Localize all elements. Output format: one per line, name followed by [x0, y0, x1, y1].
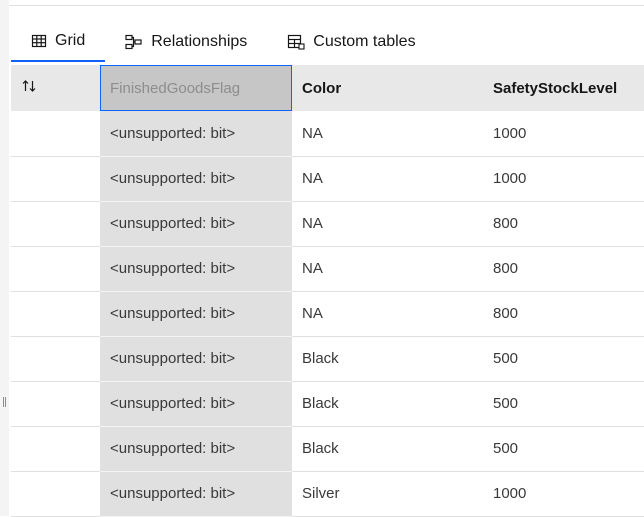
tab-grid[interactable]: Grid — [11, 22, 106, 62]
cell-color[interactable]: Black — [292, 426, 483, 472]
column-header-finishedgoodsflag[interactable]: FinishedGoodsFlag — [100, 65, 292, 111]
table-row[interactable]: <unsupported: bit> Black 500 — [11, 381, 644, 427]
cell-finishedgoodsflag[interactable]: <unsupported: bit> — [100, 111, 292, 157]
cell-finishedgoodsflag[interactable]: <unsupported: bit> — [100, 291, 292, 337]
table-row[interactable]: <unsupported: bit> NA 1000 — [11, 156, 644, 202]
row-index-cell[interactable] — [11, 111, 100, 157]
cell-finishedgoodsflag[interactable]: <unsupported: bit> — [100, 156, 292, 202]
view-tabs: Grid Relationships Custom tables — [11, 22, 436, 64]
cell-color[interactable]: Silver — [292, 471, 483, 517]
table-grid-icon — [31, 33, 47, 49]
panel-resize-handle[interactable] — [3, 397, 6, 407]
cell-finishedgoodsflag[interactable]: <unsupported: bit> — [100, 471, 292, 517]
cell-safetystocklevel[interactable]: 800 — [483, 201, 644, 247]
grid-header-row: FinishedGoodsFlag Color SafetyStockLevel — [11, 65, 644, 111]
cell-safetystocklevel[interactable]: 1000 — [483, 471, 644, 517]
row-index-cell[interactable] — [11, 201, 100, 247]
tab-relationships-label: Relationships — [151, 33, 248, 50]
cell-finishedgoodsflag[interactable]: <unsupported: bit> — [100, 336, 292, 382]
cell-color[interactable]: NA — [292, 246, 483, 292]
cell-color[interactable]: NA — [292, 156, 483, 202]
row-index-cell[interactable] — [11, 336, 100, 382]
table-row[interactable]: <unsupported: bit> NA 800 — [11, 246, 644, 292]
row-index-cell[interactable] — [11, 156, 100, 202]
custom-table-icon — [287, 34, 305, 50]
table-row[interactable]: <unsupported: bit> NA 1000 — [11, 111, 644, 157]
cell-color[interactable]: NA — [292, 201, 483, 247]
cell-finishedgoodsflag[interactable]: <unsupported: bit> — [100, 246, 292, 292]
cell-color[interactable]: Black — [292, 336, 483, 382]
cell-finishedgoodsflag[interactable]: <unsupported: bit> — [100, 381, 292, 427]
left-panel-edge — [0, 0, 9, 516]
cell-color[interactable]: Black — [292, 381, 483, 427]
cell-color[interactable]: NA — [292, 111, 483, 157]
column-header-safetystocklevel[interactable]: SafetyStockLevel — [483, 65, 644, 111]
relationship-icon — [125, 34, 143, 50]
table-row[interactable]: <unsupported: bit> NA 800 — [11, 291, 644, 337]
cell-safetystocklevel[interactable]: 500 — [483, 381, 644, 427]
row-index-cell[interactable] — [11, 426, 100, 472]
tab-grid-label: Grid — [55, 32, 86, 49]
sort-column-header[interactable] — [11, 65, 100, 111]
table-row[interactable]: <unsupported: bit> Silver 1000 — [11, 471, 644, 517]
cell-finishedgoodsflag[interactable]: <unsupported: bit> — [100, 426, 292, 472]
cell-color[interactable]: NA — [292, 291, 483, 337]
row-index-cell[interactable] — [11, 246, 100, 292]
tab-relationships[interactable]: Relationships — [105, 22, 267, 62]
row-index-cell[interactable] — [11, 381, 100, 427]
sort-arrows-icon[interactable] — [21, 80, 37, 98]
cell-finishedgoodsflag[interactable]: <unsupported: bit> — [100, 201, 292, 247]
tab-custom-tables-label: Custom tables — [313, 33, 416, 50]
grid-body: <unsupported: bit> NA 1000 <unsupported: bi… — [11, 111, 644, 517]
data-grid: FinishedGoodsFlag Color SafetyStockLevel… — [11, 65, 644, 517]
column-header-color[interactable]: Color — [292, 65, 483, 111]
cell-safetystocklevel[interactable]: 500 — [483, 336, 644, 382]
cell-safetystocklevel[interactable]: 500 — [483, 426, 644, 472]
table-row[interactable]: <unsupported: bit> Black 500 — [11, 426, 644, 472]
cell-safetystocklevel[interactable]: 800 — [483, 246, 644, 292]
cell-safetystocklevel[interactable]: 1000 — [483, 111, 644, 157]
row-index-cell[interactable] — [11, 291, 100, 337]
cell-safetystocklevel[interactable]: 800 — [483, 291, 644, 337]
table-row[interactable]: <unsupported: bit> NA 800 — [11, 201, 644, 247]
table-row[interactable]: <unsupported: bit> Black 500 — [11, 336, 644, 382]
row-index-cell[interactable] — [11, 471, 100, 517]
cell-safetystocklevel[interactable]: 1000 — [483, 156, 644, 202]
tab-custom-tables[interactable]: Custom tables — [267, 22, 435, 62]
top-divider — [9, 5, 644, 6]
